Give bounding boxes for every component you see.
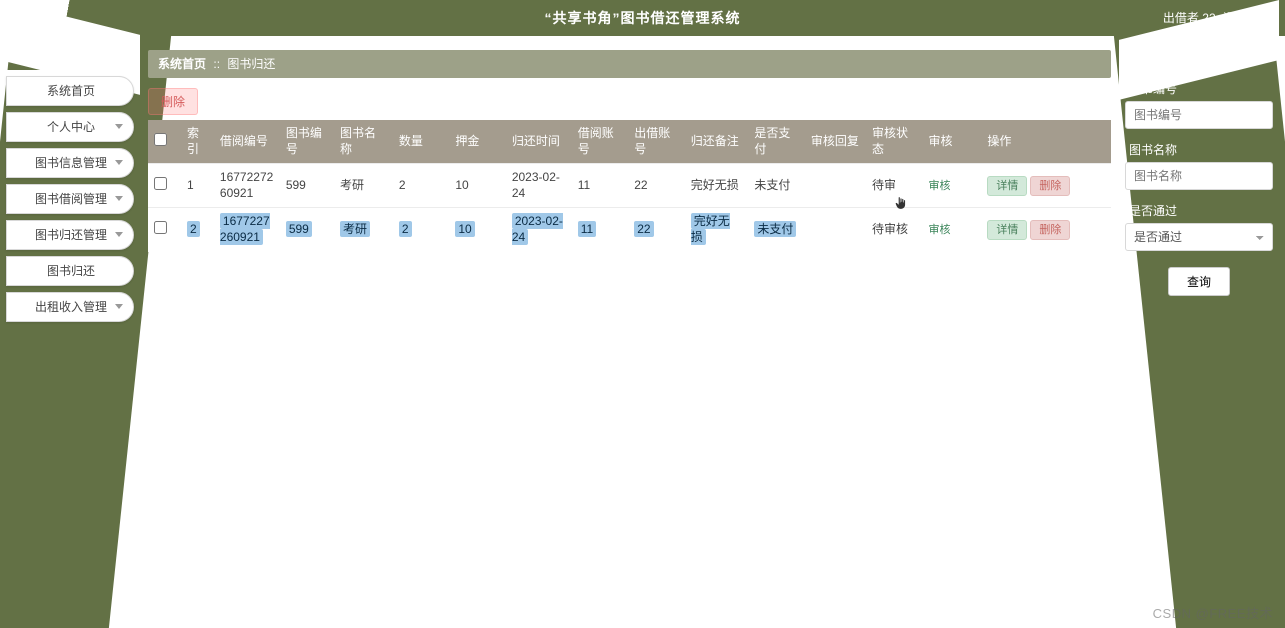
sidebar-item-return-sub[interactable]: 图书归还 — [6, 256, 134, 286]
breadcrumb-home[interactable]: 系统首页 — [158, 57, 206, 71]
cell-qty: 2 — [393, 208, 450, 252]
delete-button[interactable]: 删除 — [1030, 220, 1070, 240]
cell-paid: 未支付 — [748, 164, 805, 208]
batch-delete-button[interactable]: 删除 — [148, 88, 198, 115]
return-table: 索引 借阅编号 图书编号 图书名称 数量 押金 归还时间 借阅账号 出借账号 归… — [148, 120, 1111, 252]
cell-audit: 审核 — [923, 208, 982, 252]
detail-button[interactable]: 详情 — [987, 220, 1027, 240]
col-borrow-no: 借阅编号 — [214, 120, 280, 164]
cell-deposit: 10 — [449, 208, 506, 252]
cell-remark: 完好无损 — [685, 208, 749, 252]
col-lender-acc: 出借账号 — [628, 120, 685, 164]
cell-reply — [805, 208, 866, 252]
col-paid: 是否支付 — [748, 120, 805, 164]
filter-approved-label: 是否通过 — [1125, 198, 1273, 223]
col-deposit: 押金 — [449, 120, 506, 164]
watermark: CSDN @FREE技术 — [1153, 603, 1273, 622]
audit-link[interactable]: 审核 — [929, 180, 951, 192]
col-book-name: 图书名称 — [334, 120, 393, 164]
audit-link[interactable]: 审核 — [929, 224, 951, 236]
cell-paid: 未支付 — [748, 208, 805, 252]
cell-qty: 2 — [393, 164, 450, 208]
top-bar: “共享书角”图书借还管理系统 出借者 22 退出登录 — [0, 0, 1285, 36]
query-button[interactable]: 查询 — [1168, 267, 1230, 296]
sidebar-item-return[interactable]: 图书归还管理 — [6, 220, 134, 250]
cell-borrow-no: 1677227260921 — [214, 164, 280, 208]
cell-book-name: 考研 — [334, 208, 393, 252]
row-checkbox[interactable] — [154, 177, 167, 190]
cell-status: 待审 — [866, 164, 923, 208]
col-book-no: 图书编号 — [280, 120, 334, 164]
col-remark: 归还备注 — [685, 120, 749, 164]
select-all-checkbox[interactable] — [154, 133, 167, 146]
toolbar: 删除 — [148, 84, 1111, 120]
cell-lender-acc: 22 — [628, 164, 685, 208]
table-header-row: 索引 借阅编号 图书编号 图书名称 数量 押金 归还时间 借阅账号 出借账号 归… — [148, 120, 1111, 164]
cell-borrow-acc: 11 — [572, 208, 629, 252]
col-borrow-acc: 借阅账号 — [572, 120, 629, 164]
delete-button[interactable]: 删除 — [1030, 176, 1070, 196]
sidebar-item-profile[interactable]: 个人中心 — [6, 112, 134, 142]
filter-panel: 图书编号 图书名称 是否通过 是否通过 查询 — [1119, 76, 1279, 296]
cell-return-time: 2023-02-24 — [506, 208, 572, 252]
cell-index: 1 — [181, 164, 214, 208]
cell-reply — [805, 164, 866, 208]
sidebar-item-home[interactable]: 系统首页 — [6, 76, 134, 106]
col-qty: 数量 — [393, 120, 450, 164]
filter-book-no-input[interactable] — [1125, 101, 1273, 129]
col-ops: 操作 — [981, 120, 1111, 164]
cell-audit: 审核 — [923, 164, 982, 208]
col-return-time: 归还时间 — [506, 120, 572, 164]
cell-status: 待审核 — [866, 208, 923, 252]
table-row: 11677227260921599考研2102023-02-241122完好无损… — [148, 164, 1111, 208]
sidebar-item-borrow[interactable]: 图书借阅管理 — [6, 184, 134, 214]
detail-button[interactable]: 详情 — [987, 176, 1027, 196]
cell-checkbox — [148, 164, 181, 208]
filter-approved-select[interactable]: 是否通过 — [1125, 223, 1273, 251]
breadcrumb: 系统首页 :: 图书归还 — [148, 50, 1111, 78]
cell-book-name: 考研 — [334, 164, 393, 208]
breadcrumb-separator: :: — [209, 57, 224, 71]
system-title: “共享书角”图书借还管理系统 — [545, 0, 741, 36]
filter-book-name-input[interactable] — [1125, 162, 1273, 190]
col-reply: 审核回复 — [805, 120, 866, 164]
cell-return-time: 2023-02-24 — [506, 164, 572, 208]
table-row: 21677227260921599考研2102023-02-241122完好无损… — [148, 208, 1111, 252]
cell-ops: 详情删除 — [981, 164, 1111, 208]
sidebar-item-book-info[interactable]: 图书信息管理 — [6, 148, 134, 178]
cell-deposit: 10 — [449, 164, 506, 208]
col-audit: 审核 — [923, 120, 982, 164]
cell-book-no: 599 — [280, 208, 334, 252]
cell-lender-acc: 22 — [628, 208, 685, 252]
breadcrumb-current: 图书归还 — [227, 57, 275, 71]
sidebar-menu: 系统首页 个人中心 图书信息管理 图书借阅管理 图书归还管理 图书归还 出租收入… — [0, 76, 140, 322]
cell-checkbox — [148, 208, 181, 252]
cell-borrow-no: 1677227260921 — [214, 208, 280, 252]
filter-book-no-label: 图书编号 — [1125, 76, 1273, 101]
row-checkbox[interactable] — [154, 221, 167, 234]
cell-book-no: 599 — [280, 164, 334, 208]
sidebar-item-income[interactable]: 出租收入管理 — [6, 292, 134, 322]
col-status: 审核状态 — [866, 120, 923, 164]
col-index: 索引 — [181, 120, 214, 164]
cell-index: 2 — [181, 208, 214, 252]
cell-ops: 详情删除 — [981, 208, 1111, 252]
cell-remark: 完好无损 — [685, 164, 749, 208]
filter-book-name-label: 图书名称 — [1125, 137, 1273, 162]
cell-borrow-acc: 11 — [572, 164, 629, 208]
